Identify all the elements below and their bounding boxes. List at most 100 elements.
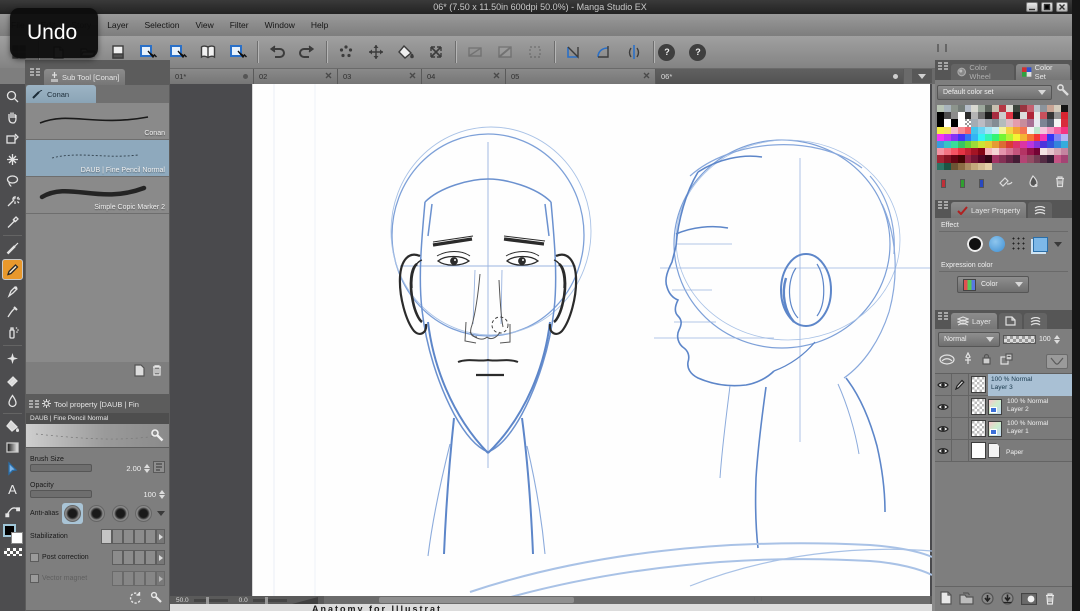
- expression-color-dropdown[interactable]: Color: [957, 276, 1029, 293]
- wrench-icon[interactable]: [1056, 83, 1070, 102]
- layer-color-thumbnail[interactable]: [988, 420, 1002, 437]
- color-swatch[interactable]: [1033, 148, 1041, 156]
- redo-icon[interactable]: [294, 40, 320, 64]
- menu-filter[interactable]: Filter: [227, 18, 252, 32]
- minimize-button[interactable]: [1026, 2, 1038, 12]
- color-swatch[interactable]: [937, 105, 944, 113]
- object-select-tool-icon[interactable]: [2, 458, 23, 479]
- layer-mask-icon[interactable]: [1020, 592, 1038, 610]
- color-swatch[interactable]: [1020, 163, 1027, 170]
- move-layer-icon[interactable]: [363, 40, 389, 64]
- color-swatch[interactable]: [937, 155, 944, 163]
- color-swatch[interactable]: [985, 162, 993, 170]
- post-correction-checkbox[interactable]: [30, 553, 39, 562]
- color-swatch[interactable]: [1033, 140, 1041, 149]
- color-swatch[interactable]: [978, 162, 986, 170]
- color-swatch[interactable]: [1026, 140, 1034, 149]
- color-swatch[interactable]: [957, 112, 965, 120]
- color-swatch[interactable]: [971, 126, 979, 134]
- color-swatch[interactable]: [1033, 133, 1041, 141]
- panel-menu-icon[interactable]: [938, 196, 948, 214]
- color-swatch[interactable]: [964, 126, 972, 134]
- color-swatch[interactable]: [937, 133, 944, 141]
- color-swatch[interactable]: [992, 163, 999, 170]
- undo-icon[interactable]: [264, 40, 290, 64]
- anti-alias-option-strong[interactable]: [133, 503, 154, 524]
- blend-tool-icon[interactable]: [2, 390, 23, 411]
- color-swatch[interactable]: [1026, 119, 1034, 127]
- vector-magnet-checkbox[interactable]: [30, 574, 39, 583]
- color-swatch[interactable]: [999, 105, 1006, 113]
- layer-row-3[interactable]: 100 % Normal Layer 3: [935, 373, 1072, 396]
- color-swatch[interactable]: [999, 112, 1006, 120]
- airbrush-tool-icon[interactable]: [2, 322, 23, 343]
- color-swatch[interactable]: [964, 140, 972, 149]
- color-swatch[interactable]: [950, 126, 958, 134]
- color-swatch[interactable]: [1005, 155, 1013, 163]
- color-swatch[interactable]: [943, 105, 951, 113]
- tab-close-icon[interactable]: [409, 72, 416, 81]
- color-swatch[interactable]: [985, 112, 993, 120]
- color-swatch[interactable]: [957, 155, 965, 163]
- color-swatch[interactable]: [1061, 148, 1068, 156]
- tab-04[interactable]: 04: [422, 69, 506, 84]
- color-swatch[interactable]: [985, 133, 993, 141]
- color-swatch[interactable]: [1012, 126, 1020, 134]
- layer-row-2[interactable]: 100 % Normal Layer 2: [935, 395, 1072, 418]
- panel-grip-icon[interactable]: [937, 44, 947, 52]
- effect-tone-icon[interactable]: [989, 236, 1005, 252]
- color-swatch[interactable]: [937, 148, 944, 156]
- color-swatch[interactable]: [1034, 163, 1041, 170]
- color-swatch[interactable]: [943, 162, 951, 170]
- color-swatch[interactable]: [943, 112, 951, 120]
- color-swatch[interactable]: [1040, 119, 1048, 127]
- color-swatch[interactable]: [985, 126, 993, 134]
- color-swatch[interactable]: [1054, 155, 1062, 163]
- color-swatch[interactable]: [943, 140, 951, 149]
- select-page-3-icon[interactable]: [225, 40, 251, 64]
- color-swatch[interactable]: [950, 148, 958, 156]
- color-swatch[interactable]: [978, 140, 986, 149]
- color-swatch[interactable]: [1019, 112, 1027, 120]
- curve-tool-icon[interactable]: [591, 40, 617, 64]
- vector-tool-icon[interactable]: [2, 500, 23, 521]
- color-swatch[interactable]: [999, 119, 1006, 127]
- chevron-down-icon[interactable]: [156, 510, 165, 516]
- tab-layer-alt-1[interactable]: [998, 313, 1022, 329]
- help-button-1[interactable]: ?: [658, 43, 675, 61]
- delete-sub-tool-icon[interactable]: [151, 364, 163, 382]
- tab-close-icon[interactable]: [325, 72, 332, 81]
- horizontal-scrollbar[interactable]: [323, 596, 930, 604]
- color-swatch[interactable]: [971, 105, 979, 113]
- color-swatch[interactable]: [1061, 140, 1068, 149]
- color-swatch[interactable]: [957, 126, 965, 134]
- tab-03[interactable]: 03: [338, 69, 422, 84]
- color-swatch[interactable]: [957, 162, 965, 170]
- delete-color-icon[interactable]: [1054, 175, 1066, 193]
- color-swatch[interactable]: [957, 105, 965, 113]
- color-swatch[interactable]: [950, 112, 958, 120]
- color-swatch[interactable]: [1019, 119, 1027, 127]
- color-set-preset-dropdown[interactable]: Default color set: [937, 85, 1052, 100]
- layer-info[interactable]: Paper: [1003, 440, 1072, 462]
- color-swatch[interactable]: [950, 133, 958, 141]
- layer-info[interactable]: 100 % Normal Layer 3: [988, 373, 1072, 396]
- color-swatch[interactable]: [1047, 155, 1055, 163]
- stabilization-segments[interactable]: [101, 529, 165, 544]
- panel-menu-icon[interactable]: [938, 307, 948, 325]
- color-swatch[interactable]: [1061, 112, 1068, 120]
- layer-thumbnail[interactable]: [971, 376, 986, 393]
- color-swatch[interactable]: [1012, 155, 1020, 163]
- tab-color-set[interactable]: Color Set: [1016, 63, 1070, 81]
- color-swatch[interactable]: [1047, 148, 1055, 156]
- layer-thumbnail[interactable]: [971, 442, 986, 459]
- tab-05[interactable]: 05: [506, 69, 656, 84]
- color-swatch[interactable]: [1019, 155, 1027, 163]
- new-layer-icon[interactable]: [939, 591, 952, 610]
- color-swatch[interactable]: [943, 148, 951, 156]
- effect-halftone-icon[interactable]: [1011, 236, 1027, 252]
- color-swatch[interactable]: [1027, 163, 1034, 170]
- zoom-wedge-icon[interactable]: [291, 596, 318, 604]
- color-swatch[interactable]: [964, 105, 972, 113]
- color-swatch[interactable]: [1013, 163, 1020, 170]
